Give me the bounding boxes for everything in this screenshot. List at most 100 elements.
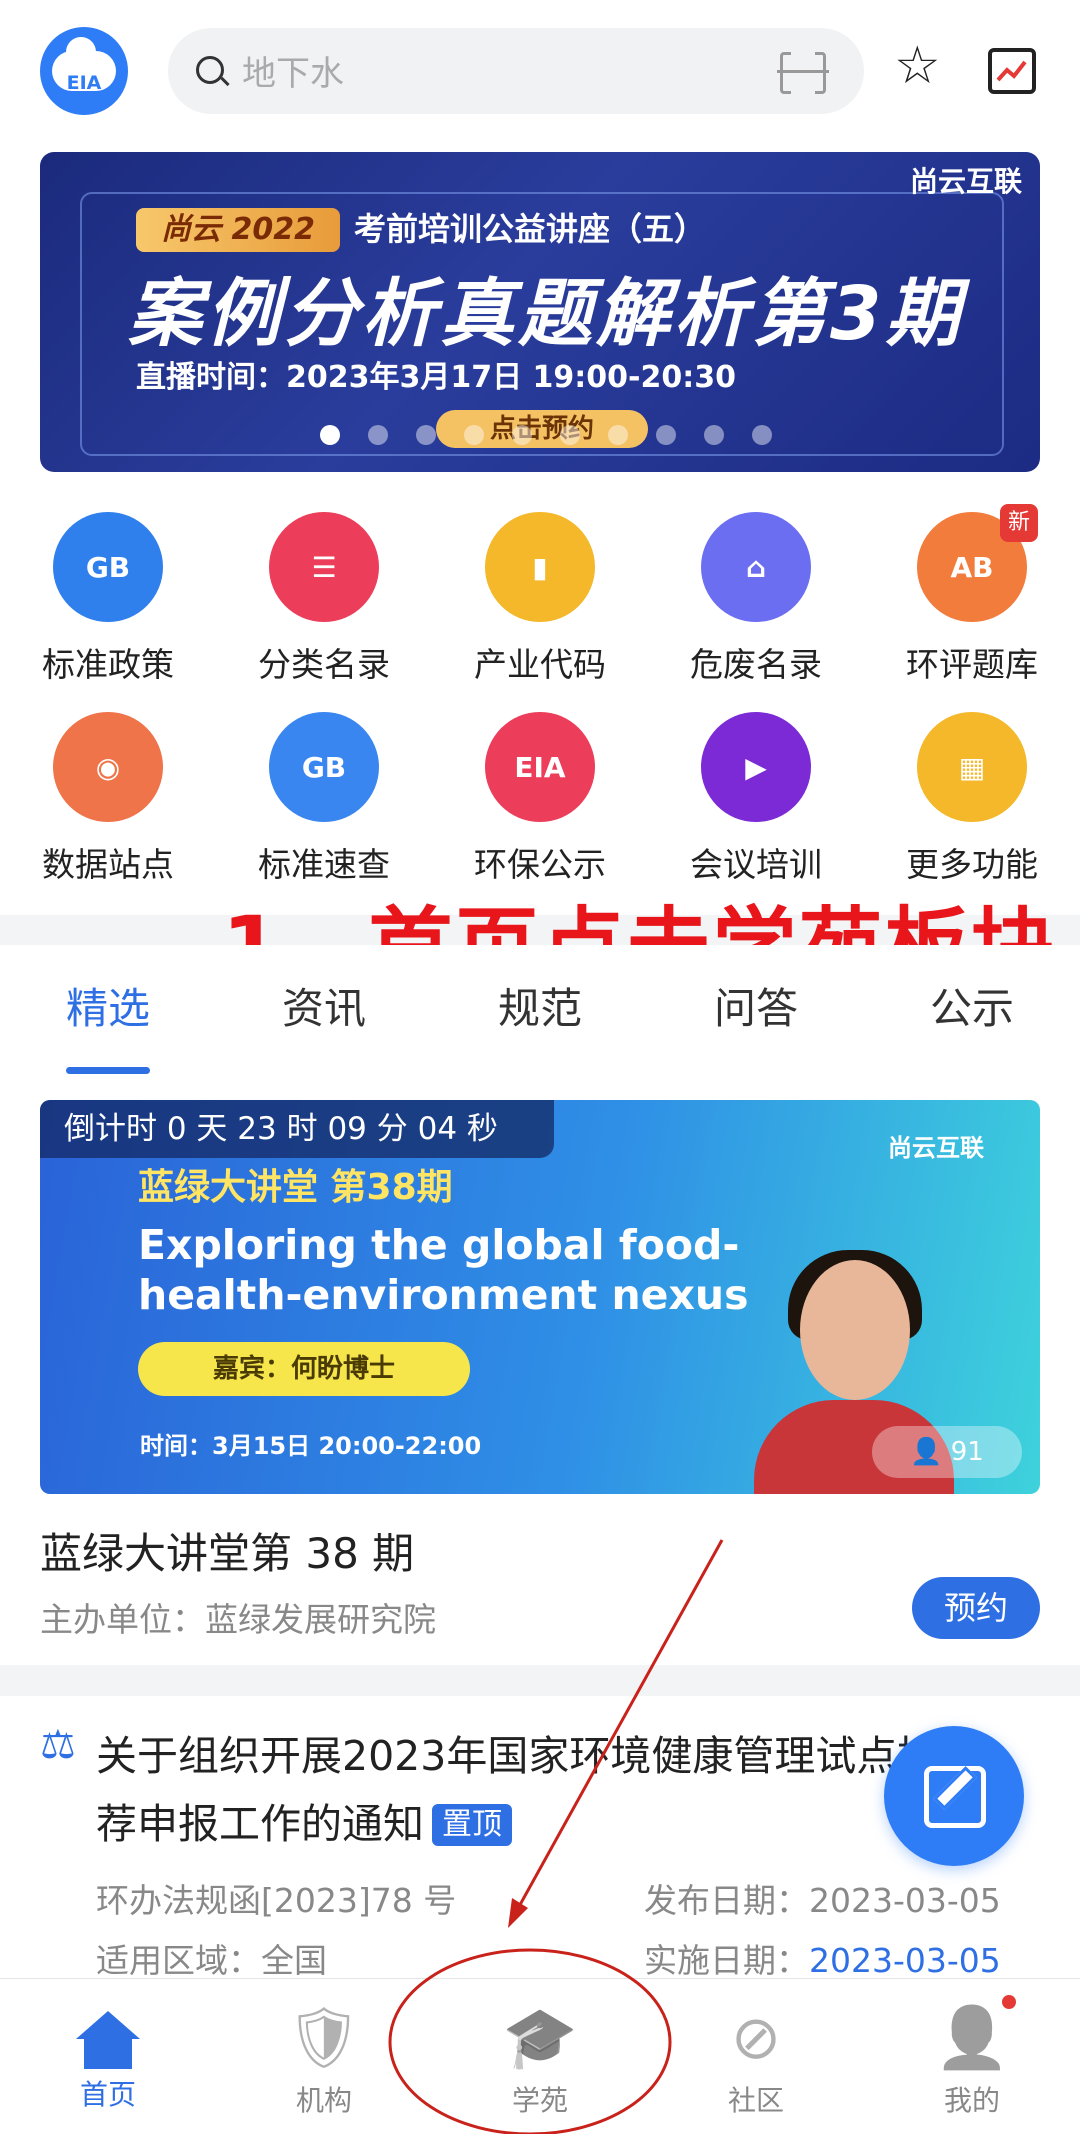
top-bar: EIA 地下水 ☆: [0, 0, 1080, 145]
nav-label: 机构: [295, 2084, 352, 2117]
carousel-dot[interactable]: [512, 425, 532, 445]
notification-dot: [1002, 1995, 1016, 2009]
feature-icon: ▦: [917, 712, 1027, 822]
feed-tabs: 精选 资讯 规范 问答 公示: [0, 975, 1080, 1055]
feature-label: 标准速查: [258, 845, 390, 884]
effective-date: 2023-03-05: [809, 1941, 1001, 1980]
promo-banner[interactable]: 尚云互联 尚云 2022 考前培训公益讲座（五） 案例分析真题解析第3期 直播时…: [40, 152, 1040, 472]
feature-item[interactable]: AB 新环评题库: [864, 504, 1080, 686]
pinned-badge: 置顶: [432, 1804, 512, 1846]
feature-icon: ◉: [53, 712, 163, 822]
logo-text: EIA: [66, 72, 102, 94]
user-icon: 👤: [910, 1437, 951, 1467]
promo-brand: 尚云互联: [888, 1134, 984, 1162]
bottom-nav: 首页 🛡 机构 🎓 学苑 ⊘ 社区 👤 我的: [0, 1978, 1080, 2135]
feature-item[interactable]: ⌂ 危废名录: [648, 512, 864, 686]
tab-item[interactable]: 规范: [450, 975, 630, 1036]
feature-glyph: EIA: [514, 750, 566, 784]
user-icon: 👤: [934, 2003, 1010, 2073]
banner-pill: 尚云 2022: [136, 208, 340, 252]
feature-icon: EIA: [485, 712, 595, 822]
feature-item[interactable]: ▦ 更多功能: [864, 712, 1080, 886]
nav-item[interactable]: 首页: [0, 1979, 216, 2135]
nav-item[interactable]: 👤 我的: [864, 1979, 1080, 2135]
tab-item[interactable]: 资讯: [234, 975, 414, 1036]
banner-title: 案例分析真题解析第3期: [128, 271, 964, 357]
feature-glyph: ▮: [532, 550, 548, 584]
banner-subtitle: 考前培训公益讲座（五）: [354, 210, 707, 248]
nav-label: 首页: [79, 2078, 136, 2111]
feature-label: 数据站点: [42, 845, 174, 884]
feature-glyph: ▶: [745, 750, 767, 784]
search-bar[interactable]: 地下水: [168, 28, 864, 114]
feature-item[interactable]: EIA 环保公示: [432, 712, 648, 886]
notice-title[interactable]: 关于组织开展2023年国家环境健康管理试点推荐申报工作的通知 置顶: [96, 1722, 956, 1858]
effective-label: 实施日期：: [644, 1941, 809, 1980]
feature-icon: ☰: [269, 512, 379, 622]
notice-effective: 实施日期：2023-03-05: [644, 1934, 1001, 1982]
edit-icon: [924, 1766, 986, 1828]
publish-date: 2023-03-05: [809, 1881, 1001, 1920]
promo-english-title: Exploring the global food-health-environ…: [138, 1221, 749, 1319]
carousel-dot[interactable]: [560, 425, 580, 445]
feature-item[interactable]: ☰ 分类名录: [216, 512, 432, 686]
feature-icon: ⌂: [701, 512, 811, 622]
feature-glyph: GB: [85, 550, 131, 584]
search-icon: [196, 56, 224, 84]
publish-label: 发布日期：: [644, 1881, 809, 1920]
feature-glyph: AB: [950, 550, 994, 584]
feature-item[interactable]: GB 标准政策: [0, 512, 216, 686]
feature-icon: ▶: [701, 712, 811, 822]
lecture-card-image[interactable]: 倒计时 0 天 23 时 09 分 04 秒 尚云互联 蓝绿大讲堂 第38期 E…: [40, 1100, 1040, 1494]
carousel-dot[interactable]: [752, 425, 772, 445]
shield-icon: 🛡: [285, 2003, 363, 2073]
feature-item[interactable]: ▮ 产业代码: [432, 512, 648, 686]
nav-item[interactable]: ⊘ 社区: [648, 1979, 864, 2135]
trend-chart-icon[interactable]: [988, 48, 1036, 94]
scale-icon: ⚖: [40, 1722, 76, 1768]
nav-item[interactable]: 🛡 机构: [216, 1979, 432, 2135]
carousel-dot[interactable]: [464, 425, 484, 445]
reserve-button[interactable]: 预约: [912, 1577, 1040, 1639]
app-logo[interactable]: EIA: [40, 27, 128, 115]
banner-time: 直播时间：2023年3月17日 19:00-20:30: [136, 360, 736, 395]
feature-label: 标准政策: [42, 645, 174, 684]
carousel-dot[interactable]: [416, 425, 436, 445]
nav-item[interactable]: 🎓 学苑: [432, 1979, 648, 2135]
graduation-cap-icon: 🎓: [502, 2003, 578, 2073]
carousel-dot[interactable]: [368, 425, 388, 445]
star-icon[interactable]: ☆: [894, 38, 941, 94]
feature-label: 危废名录: [690, 645, 822, 684]
feature-item[interactable]: ▶ 会议培训: [648, 712, 864, 886]
nav-label: 学苑: [511, 2084, 568, 2117]
feature-glyph: ▦: [958, 750, 986, 784]
notice-region: 适用区域：全国: [96, 1941, 327, 1980]
feature-icon: ▮: [485, 512, 595, 622]
carousel-dot[interactable]: [656, 425, 676, 445]
feature-icon: GB: [53, 512, 163, 622]
active-tab-indicator: [66, 1067, 150, 1074]
carousel-dots[interactable]: [320, 425, 772, 445]
nav-label: 我的: [943, 2084, 1000, 2117]
compose-button[interactable]: [884, 1726, 1024, 1866]
tab-item[interactable]: 问答: [666, 975, 846, 1036]
compass-icon: ⊘: [730, 2003, 782, 2073]
tab-item[interactable]: 精选: [18, 975, 198, 1036]
feature-label: 产业代码: [474, 645, 606, 684]
feature-item[interactable]: GB 标准速查: [216, 712, 432, 886]
feature-glyph: ☰: [311, 550, 337, 584]
view-count: 👤 91: [872, 1426, 1022, 1478]
feature-label: 更多功能: [906, 845, 1038, 884]
carousel-dot[interactable]: [704, 425, 724, 445]
carousel-dot[interactable]: [320, 425, 340, 445]
feature-icon: GB: [269, 712, 379, 822]
feature-label: 环保公示: [474, 845, 606, 884]
card-title[interactable]: 蓝绿大讲堂第 38 期: [40, 1520, 414, 1581]
scan-icon[interactable]: [777, 51, 829, 95]
nav-label: 社区: [727, 2084, 784, 2117]
feature-label: 环评题库: [906, 645, 1038, 684]
carousel-dot[interactable]: [608, 425, 628, 445]
tab-item[interactable]: 公示: [882, 975, 1062, 1036]
feature-item[interactable]: ◉ 数据站点: [0, 712, 216, 886]
notice-title-text: 关于组织开展2023年国家环境健康管理试点推荐申报工作的通知: [96, 1732, 939, 1848]
